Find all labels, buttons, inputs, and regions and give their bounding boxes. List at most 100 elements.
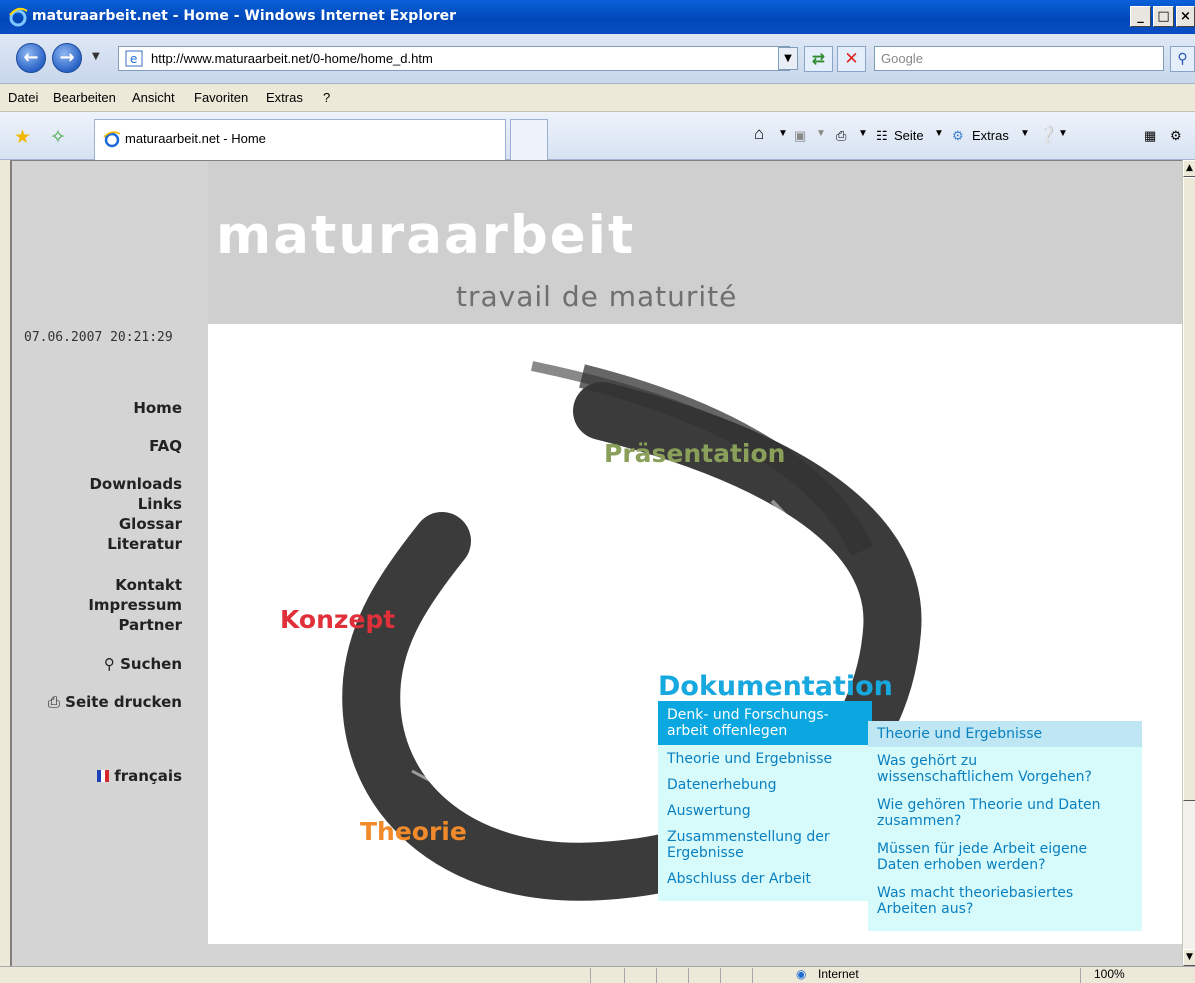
address-input[interactable]: e http://www.maturaarbeit.net/0-home/hom… <box>118 46 790 71</box>
sub-item-1-line1[interactable]: Was gehört zu <box>877 753 977 769</box>
nav-literatur[interactable]: Literatur <box>107 535 182 553</box>
tools-menu-button[interactable]: Extras <box>972 128 1009 143</box>
site-title: maturaarbeit <box>216 205 636 266</box>
feeds-dropdown-icon[interactable]: ▼ <box>816 128 826 139</box>
nav-faq[interactable]: FAQ <box>149 437 182 455</box>
scroll-down-icon[interactable]: ▼ <box>1183 949 1195 966</box>
messenger-icon[interactable]: ⚙ <box>1170 128 1182 144</box>
nav-language-label: français <box>114 767 182 785</box>
forward-button[interactable]: → <box>52 43 82 73</box>
refresh-button[interactable]: ⇄ <box>804 46 833 72</box>
magnifier-icon: ⚲ <box>103 655 115 673</box>
topic-presentation[interactable]: Präsentation <box>604 439 785 468</box>
menu-help[interactable]: ? <box>323 90 330 105</box>
topic-theory[interactable]: Theorie <box>360 817 467 846</box>
sub-item-4-line1[interactable]: Was macht theoriebasiertes <box>877 885 1073 901</box>
status-divider <box>688 968 689 983</box>
menu-item-active-line1: Denk- und Forschungs- <box>667 707 829 723</box>
menu-favoriten[interactable]: Favoriten <box>194 90 248 105</box>
close-button[interactable]: × <box>1176 6 1195 27</box>
nav-search-label: Suchen <box>120 655 182 673</box>
add-favorite-icon[interactable]: ✧ <box>50 126 66 148</box>
scroll-thumb[interactable] <box>1183 177 1195 801</box>
sub-item-1-line2[interactable]: wissenschaftlichem Vorgehen? <box>877 769 1092 785</box>
favorites-star-icon[interactable]: ★ <box>14 126 31 148</box>
home-icon[interactable]: ⌂ <box>754 124 764 144</box>
status-divider <box>590 968 591 983</box>
date-time: 07.06.2007 20:21:29 <box>24 330 173 345</box>
sub-item-2-line1[interactable]: Wie gehören Theorie und Daten <box>877 797 1101 813</box>
search-icon[interactable]: ⚲ <box>1170 46 1195 72</box>
research-icon[interactable]: ▦ <box>1144 128 1156 144</box>
help-dropdown-icon[interactable]: ▼ <box>1058 128 1068 139</box>
tools-dropdown-icon[interactable]: ▼ <box>1020 128 1030 139</box>
page-content: maturaarbeit travail de maturité 07.06.2… <box>10 160 1182 966</box>
minimize-button[interactable]: _ <box>1130 6 1151 27</box>
site-subtitle: travail de maturité <box>456 280 738 313</box>
gear-icon[interactable]: ⚙ <box>952 128 964 144</box>
menu-item-completion[interactable]: Abschluss der Arbeit <box>667 871 811 887</box>
ie-page-icon <box>103 131 121 148</box>
sub-item-3-line2[interactable]: Daten erhoben werden? <box>877 857 1046 873</box>
sub-menu: Theorie und Ergebnisse Was gehört zu wis… <box>868 721 1142 931</box>
nav-downloads[interactable]: Downloads <box>89 475 182 493</box>
nav-print-label: Seite drucken <box>65 693 182 711</box>
sub-item-3-line1[interactable]: Müssen für jede Arbeit eigene <box>877 841 1087 857</box>
page-menu-button[interactable]: Seite <box>894 128 924 143</box>
nav-partner[interactable]: Partner <box>118 616 182 634</box>
tab-bar: ★ ✧ maturaarbeit.net - Home ⌂ ▼ ▣ ▼ ⎙ ▼ … <box>0 112 1195 160</box>
topic-documentation[interactable]: Dokumentation <box>658 671 893 702</box>
sub-item-4-line2[interactable]: Arbeiten aus? <box>877 901 973 917</box>
nav-home[interactable]: Home <box>133 399 182 417</box>
page-dropdown-icon[interactable]: ▼ <box>934 128 944 139</box>
nav-kontakt[interactable]: Kontakt <box>115 576 182 594</box>
menu-item-compilation-line2[interactable]: Ergebnisse <box>667 845 744 861</box>
globe-icon: ◉ <box>796 967 807 981</box>
search-input[interactable]: Google <box>874 46 1164 71</box>
stop-button[interactable]: ✕ <box>837 46 866 72</box>
scroll-up-icon[interactable]: ▲ <box>1183 160 1195 177</box>
home-dropdown-icon[interactable]: ▼ <box>778 128 788 139</box>
maximize-button[interactable]: □ <box>1153 6 1174 27</box>
sub-item-2-line2[interactable]: zusammen? <box>877 813 961 829</box>
status-divider <box>624 968 625 983</box>
menu-bearbeiten[interactable]: Bearbeiten <box>53 90 116 105</box>
back-button[interactable]: ← <box>16 43 46 73</box>
menu-item-active[interactable]: Denk- und Forschungs- arbeit offenlegen <box>658 701 872 745</box>
nav-search[interactable]: ⚲ Suchen <box>104 655 182 673</box>
tab-home[interactable]: maturaarbeit.net - Home <box>94 119 506 160</box>
print-icon[interactable]: ⎙ <box>836 128 846 144</box>
sub-menu-header[interactable]: Theorie und Ergebnisse <box>868 721 1142 747</box>
status-bar: ◉ Internet 100% <box>0 966 1195 983</box>
sub-menu-header-label: Theorie und Ergebnisse <box>877 726 1043 742</box>
menu-item-data-collection[interactable]: Datenerhebung <box>667 777 776 793</box>
nav-glossar[interactable]: Glossar <box>119 515 182 533</box>
url-text: http://www.maturaarbeit.net/0-home/home_… <box>151 51 433 66</box>
nav-print[interactable]: ⎙ Seite drucken <box>48 693 182 711</box>
menu-item-evaluation[interactable]: Auswertung <box>667 803 751 819</box>
tab-title: maturaarbeit.net - Home <box>125 131 266 146</box>
status-divider <box>720 968 721 983</box>
page-menu-icon[interactable]: ☷ <box>876 128 888 144</box>
menu-ansicht[interactable]: Ansicht <box>132 90 175 105</box>
print-dropdown-icon[interactable]: ▼ <box>858 128 868 139</box>
address-dropdown-icon[interactable]: ▼ <box>778 47 798 70</box>
new-tab-button[interactable] <box>510 119 548 160</box>
vertical-scrollbar[interactable]: ▲ ▼ <box>1182 160 1195 966</box>
nav-impressum[interactable]: Impressum <box>88 596 182 614</box>
nav-links[interactable]: Links <box>138 495 182 513</box>
search-placeholder: Google <box>881 51 923 66</box>
history-dropdown-icon[interactable]: ▼ <box>92 51 100 62</box>
french-flag-icon <box>96 770 109 782</box>
feeds-icon[interactable]: ▣ <box>794 128 806 144</box>
menu-item-compilation[interactable]: Zusammenstellung der <box>667 829 830 845</box>
menu-extras[interactable]: Extras <box>266 90 303 105</box>
topic-concept[interactable]: Konzept <box>280 605 395 634</box>
menu-item-theory-results[interactable]: Theorie und Ergebnisse <box>667 751 832 767</box>
status-divider <box>656 968 657 983</box>
menu-datei[interactable]: Datei <box>8 90 38 105</box>
zoom-level[interactable]: 100% <box>1094 967 1125 981</box>
nav-language[interactable]: français <box>96 767 182 785</box>
address-toolbar: ← → ▼ e http://www.maturaarbeit.net/0-ho… <box>0 34 1195 84</box>
help-icon[interactable]: ❔ <box>1038 125 1058 145</box>
